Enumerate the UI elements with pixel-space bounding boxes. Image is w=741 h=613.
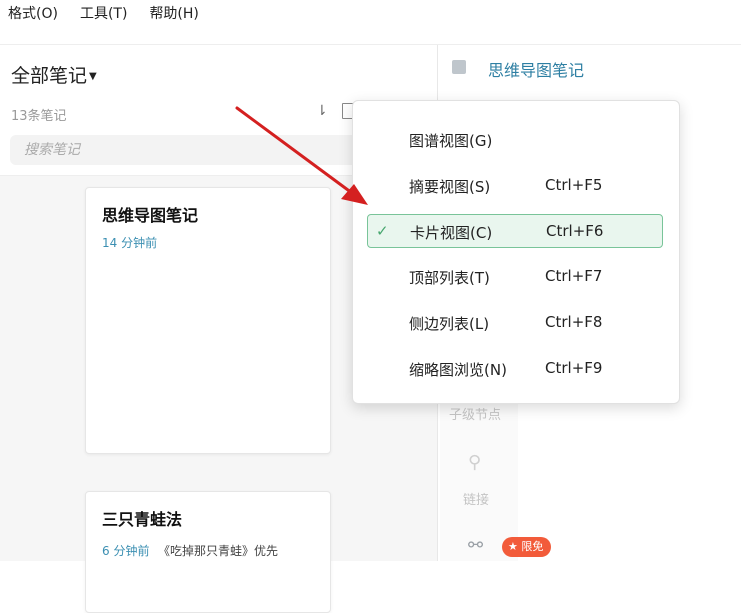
menu-item-label: 缩略图浏览(N) bbox=[409, 361, 507, 379]
menu-item-graph-view[interactable]: 图谱视图(G) bbox=[367, 123, 663, 157]
menu-item-side-list[interactable]: 侧边列表(L) Ctrl+F8 bbox=[367, 306, 663, 340]
notes-title: 全部笔记 bbox=[11, 65, 88, 87]
free-badge-label: 限免 bbox=[521, 540, 544, 553]
note-card-time: 14 分钟前 bbox=[102, 236, 158, 250]
notes-title-dropdown[interactable]: 全部笔记 ▼ bbox=[11, 61, 97, 88]
note-card-title: 思维导图笔记 bbox=[102, 206, 199, 225]
menu-item-label: 摘要视图(S) bbox=[409, 178, 491, 196]
menu-item-thumbnail-view[interactable]: 缩略图浏览(N) Ctrl+F9 bbox=[367, 352, 663, 386]
menu-item-top-list[interactable]: 顶部列表(T) Ctrl+F7 bbox=[367, 260, 663, 294]
menu-item-summary-view[interactable]: 摘要视图(S) Ctrl+F5 bbox=[367, 169, 663, 203]
menu-item-card-view[interactable]: ✓ 卡片视图(C) Ctrl+F6 bbox=[367, 214, 663, 248]
share-icon[interactable]: ⚯ bbox=[468, 535, 483, 556]
note-icon bbox=[452, 60, 466, 74]
note-card-time: 6 分钟前 bbox=[102, 544, 150, 558]
view-mode-menu: 图谱视图(G) 摘要视图(S) Ctrl+F5 ✓ 卡片视图(C) Ctrl+F… bbox=[352, 100, 680, 404]
sub-node-label[interactable]: 子级节点 bbox=[449, 404, 501, 423]
note-card[interactable]: 思维导图笔记 14 分钟前 bbox=[85, 187, 331, 454]
menu-item-shortcut: Ctrl+F6 bbox=[546, 222, 604, 240]
star-icon: ★ bbox=[508, 540, 522, 553]
menu-item-label: 侧边列表(L) bbox=[409, 315, 490, 333]
menu-item-label: 图谱视图(G) bbox=[409, 132, 493, 150]
menu-bar: 格式(O) 工具(T) 帮助(H) bbox=[0, 0, 741, 26]
search-input[interactable]: 搜索笔记 bbox=[10, 135, 400, 165]
link-label[interactable]: 链接 bbox=[463, 489, 489, 508]
free-badge: ★ 限免 bbox=[502, 537, 552, 557]
menu-tools[interactable]: 工具(T) bbox=[80, 3, 127, 23]
note-title[interactable]: 思维导图笔记 bbox=[488, 57, 584, 81]
note-card-excerpt: 《吃掉那只青蛙》优先 bbox=[158, 544, 279, 558]
menu-item-shortcut: Ctrl+F9 bbox=[545, 359, 603, 377]
note-card[interactable]: 三只青蛙法 6 分钟前 《吃掉那只青蛙》优先 bbox=[85, 491, 331, 613]
sort-icon[interactable]: ⇂ bbox=[316, 103, 332, 121]
menu-format[interactable]: 格式(O) bbox=[8, 3, 58, 23]
menu-item-label: 顶部列表(T) bbox=[409, 269, 490, 287]
link-icon[interactable]: ⚲ bbox=[468, 452, 481, 473]
check-icon: ✓ bbox=[376, 222, 389, 240]
menu-item-shortcut: Ctrl+F8 bbox=[545, 313, 603, 331]
caret-down-icon: ▼ bbox=[89, 71, 97, 82]
menu-item-label: 卡片视图(C) bbox=[410, 224, 493, 242]
menu-help[interactable]: 帮助(H) bbox=[149, 3, 198, 23]
menu-item-shortcut: Ctrl+F7 bbox=[545, 267, 603, 285]
note-card-title: 三只青蛙法 bbox=[102, 510, 183, 529]
menu-item-shortcut: Ctrl+F5 bbox=[545, 176, 603, 194]
notes-count: 13条笔记 bbox=[11, 109, 67, 124]
